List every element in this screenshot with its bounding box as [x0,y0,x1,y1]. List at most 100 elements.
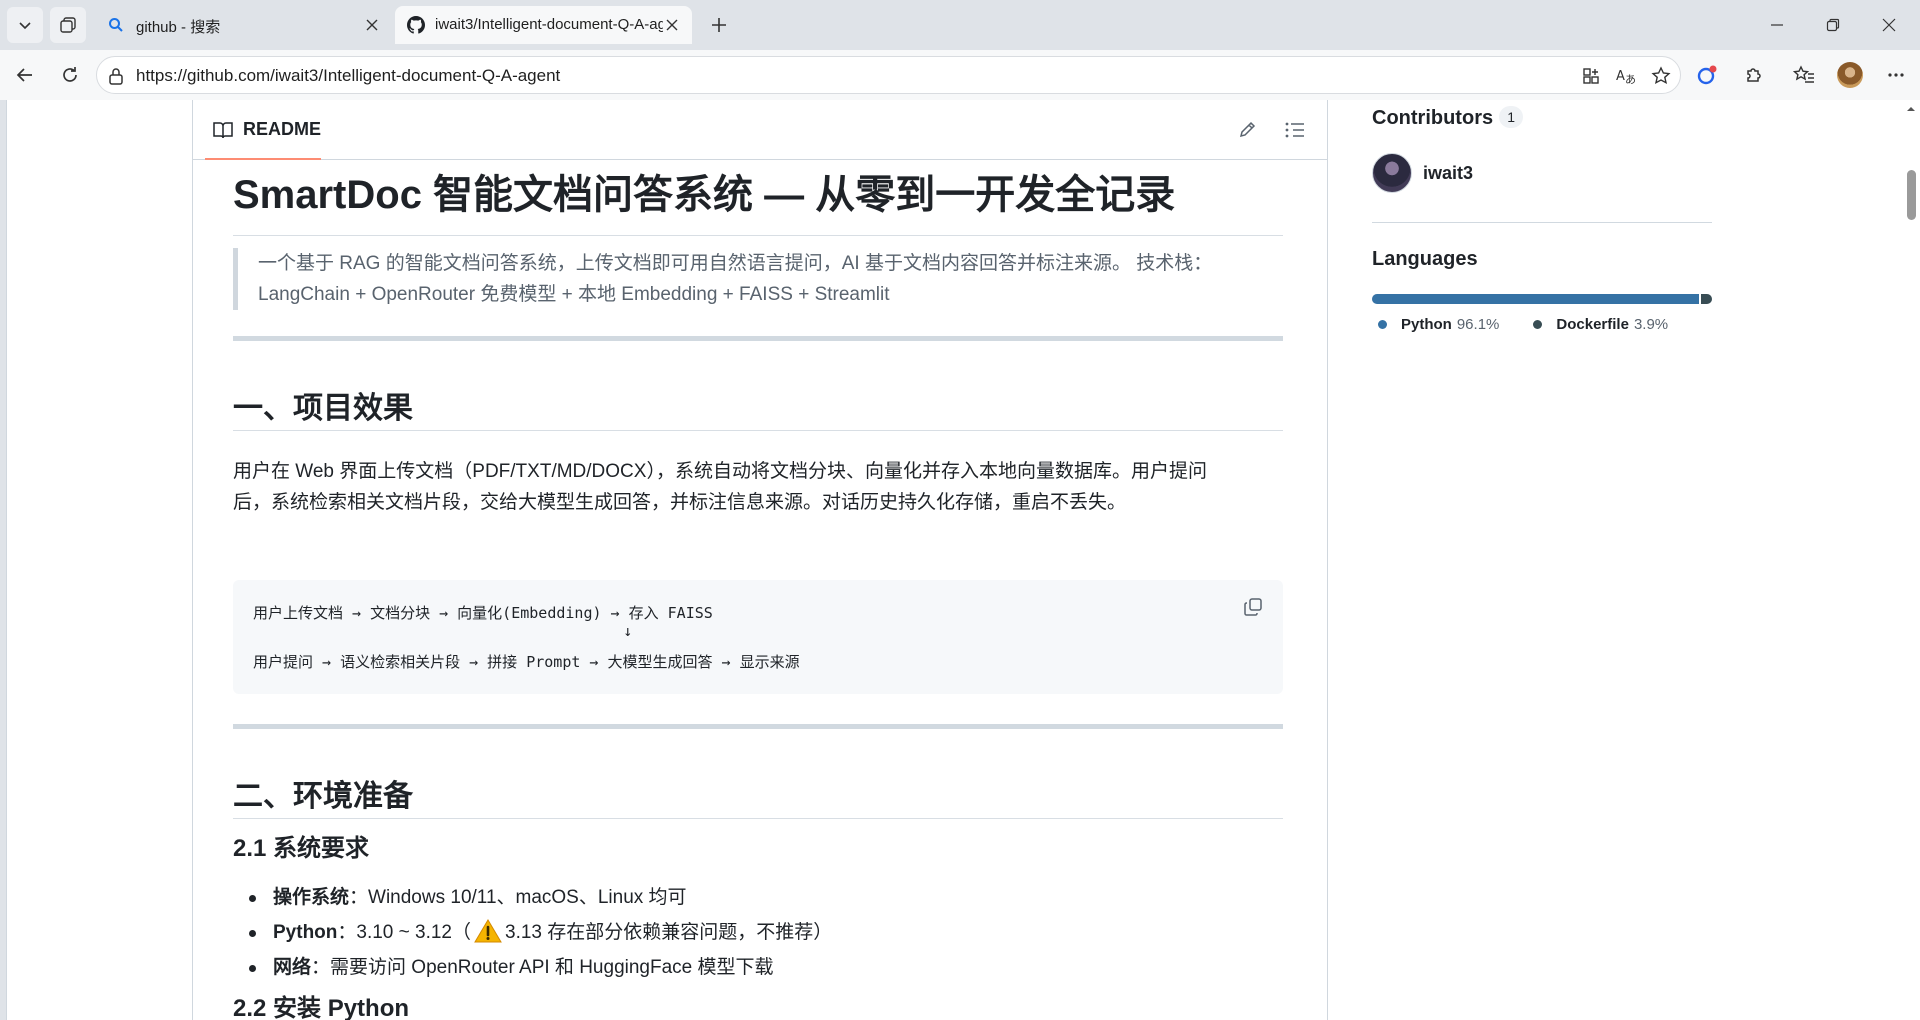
minimize-icon [1771,24,1783,26]
list-item: 操作系统：Windows 10/11、macOS、Linux 均可 [249,880,1273,915]
warning-icon [474,919,502,943]
new-tab-button[interactable] [704,10,734,40]
tab-repo[interactable]: iwait3/Intelligent-document-Q-A-agent [395,6,692,44]
item-text: 3.13 存在部分依赖兼容问题，不推荐） [505,922,833,943]
readme-box: README SmartDoc 智能文档问答系统 — 从零到一开发全记录 一个基… [192,100,1328,1020]
close-window-button[interactable] [1866,7,1912,43]
paragraph: 用户在 Web 界面上传文档（PDF/TXT/MD/DOCX），系统自动将文档分… [233,456,1283,518]
tab-list-button[interactable] [7,7,43,43]
language-bar-segment [1372,294,1699,304]
favorites-list-icon [1793,65,1814,83]
restore-button[interactable] [1810,7,1856,43]
list-icon [1285,122,1304,138]
language-list: Python 96.1% Dockerfile 3.9% [1372,316,1696,333]
quote-line: LangChain + OpenRouter 免费模型 + 本地 Embeddi… [258,284,890,305]
language-bar [1372,294,1712,304]
item-text: ：Windows 10/11、macOS、Linux 均可 [349,887,687,908]
close-icon [1882,18,1896,32]
quote-line: 一个基于 RAG 的智能文档问答系统，上传文档即可用自然语言提问，AI 基于文档… [258,253,1213,274]
copy-button[interactable] [1238,592,1268,622]
github-icon [407,16,425,34]
section-heading: 二、环境准备 [233,776,1283,819]
collections-button[interactable] [50,7,86,43]
extensions-button[interactable] [1738,59,1770,91]
tab-search[interactable]: github - 搜索 [96,6,392,44]
svg-text:A: A [1616,69,1625,84]
readme-header: README [193,100,1327,160]
list-item: 网络：需要访问 OpenRouter API 和 HuggingFace 模型下… [249,950,1273,985]
refresh-button[interactable] [53,58,87,92]
favorite-star-icon[interactable] [1650,66,1672,86]
tab-readme[interactable]: README [205,100,321,160]
code-line: 用户上传文档 → 文档分块 → 向量化(Embedding) → 存入 FAIS… [253,604,713,622]
plus-icon [712,18,726,32]
contributors-heading[interactable]: Contributors 1 [1372,106,1524,130]
code-line: 用户提问 → 语义检索相关片段 → 拼接 Prompt → 大模型生成回答 → … [253,653,800,671]
more-icon [1888,73,1904,77]
pencil-icon [1239,121,1256,138]
blockquote: 一个基于 RAG 的智能文档问答系统，上传文档即可用自然语言提问，AI 基于文档… [233,248,1283,310]
minimize-button[interactable] [1754,7,1800,43]
language-percent: 96.1% [1456,316,1500,333]
close-tab-button[interactable] [362,15,382,35]
settings-menu-button[interactable] [1880,59,1912,91]
readme-tab-label: README [243,119,322,139]
section-heading: 一、项目效果 [233,388,1283,431]
item-text: ：需要访问 OpenRouter API 和 HuggingFace 模型下载 [311,957,774,978]
item-label: 操作系统 [273,887,350,908]
refresh-icon [63,67,77,82]
language-item[interactable]: Dockerfile 3.9% [1533,316,1668,333]
copilot-button[interactable] [1691,59,1723,91]
arrow-left-icon [16,68,32,82]
item-label: 网络 [273,957,312,978]
tab-title: iwait3/Intelligent-document-Q-A-agent [435,16,663,33]
outline-button[interactable] [1281,116,1309,144]
favorites-button[interactable] [1788,59,1820,91]
divider [1372,222,1712,223]
search-icon [109,18,123,32]
translate-icon[interactable]: Aあ [1615,66,1637,86]
subsection-heading: 2.2 安装 Python [233,995,410,1020]
tab-bar: github - 搜索 iwait3/Intelligent-document-… [0,0,1920,50]
scrollbar[interactable] [1902,100,1920,1020]
scroll-up-arrow-icon[interactable] [1906,104,1916,114]
book-icon [213,122,233,139]
copy-icon [1244,598,1262,616]
lock-icon[interactable] [105,66,127,86]
languages-heading: Languages [1372,248,1478,270]
url-bar[interactable]: https://github.com/iwait3/Intelligent-do… [96,56,1681,94]
language-bar-segment [1698,294,1712,304]
scrollbar-thumb[interactable] [1907,170,1916,220]
contributor-name[interactable]: iwait3 [1423,163,1473,184]
edit-file-button[interactable] [1233,116,1261,144]
collections-icon [60,17,76,33]
page-viewport: README SmartDoc 智能文档问答系统 — 从零到一开发全记录 一个基… [6,100,1920,1020]
paragraph-line: 用户在 Web 界面上传文档（PDF/TXT/MD/DOCX），系统自动将文档分… [233,461,1207,482]
svg-text:あ: あ [1625,73,1636,85]
language-dot [1378,320,1387,329]
copilot-icon [1697,65,1717,85]
horizontal-rule [233,336,1283,341]
paragraph-line: 后，系统检索相关文档片段，交给大模型生成回答，并标注信息来源。对话历史持久化存储… [233,492,1127,513]
close-tab-button[interactable] [662,15,682,35]
code-block[interactable]: 用户上传文档 → 文档分块 → 向量化(Embedding) → 存入 FAIS… [233,580,1283,694]
app-available-icon[interactable] [1580,66,1602,86]
chevron-down-icon [19,22,31,30]
profile-button[interactable] [1834,59,1866,91]
language-dot [1533,320,1543,329]
list-item: Python：3.10 ~ 3.12（ 3.13 存在部分依赖兼容问题，不推荐） [249,915,1273,950]
puzzle-icon [1747,68,1761,82]
readme-title: SmartDoc 智能文档问答系统 — 从零到一开发全记录 [233,168,1283,236]
restore-icon [1826,18,1840,32]
back-button[interactable] [8,58,42,92]
item-text: ：3.10 ~ 3.12（ [337,922,472,943]
language-name: Dockerfile [1556,316,1629,333]
language-percent: 3.9% [1633,316,1669,333]
horizontal-rule [233,724,1283,729]
language-item[interactable]: Python 96.1% [1378,316,1499,333]
contributors-count: 1 [1499,106,1524,128]
tab-title: github - 搜索 [136,19,221,36]
url-text[interactable]: https://github.com/iwait3/Intelligent-do… [136,66,560,86]
avatar[interactable] [1372,153,1412,193]
avatar [1837,62,1863,88]
